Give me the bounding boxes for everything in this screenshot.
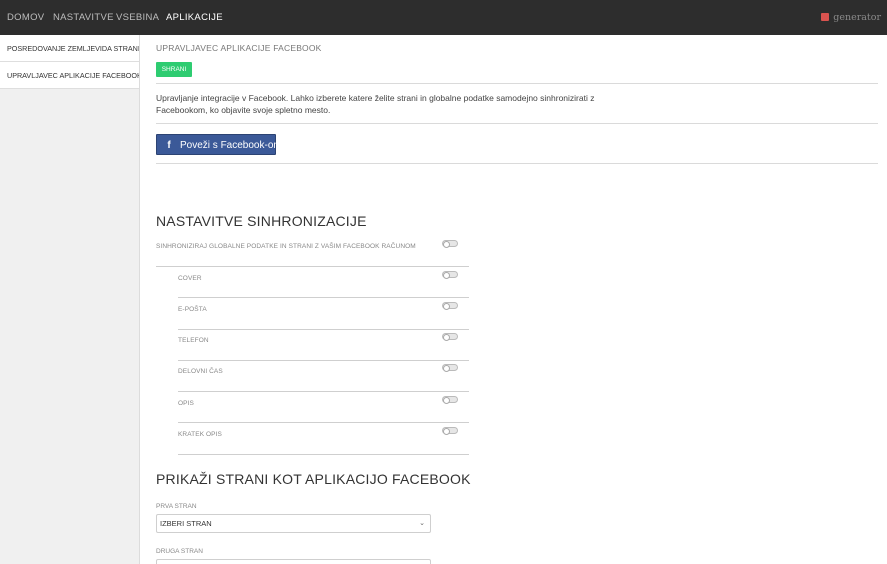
first-page-select-value: IZBERI STRAN [160,519,212,528]
connect-facebook-button[interactable]: f Poveži s Facebook-om [156,134,282,155]
brand-name: generator [833,12,881,23]
page-title: UPRAVLJAVEC APLIKACIJE FACEBOOK [156,43,322,53]
second-page-select[interactable] [156,559,431,564]
sidebar-item-sitemap[interactable]: POSREDOVANJE ZEMLJEVIDA STRANI [0,35,139,62]
first-page-select[interactable]: IZBERI STRAN ⌄ [156,514,431,533]
sync-item-short-description-toggle[interactable] [442,427,458,435]
sidebar: POSREDOVANJE ZEMLJEVIDA STRANI UPRAVLJAV… [0,35,140,564]
sync-item-short-description-label: KRATEK OPIS [178,431,222,438]
divider [156,123,878,124]
save-button[interactable]: SHRANI [156,62,192,77]
first-page-label: PRVA STRAN [156,503,197,510]
row-divider [156,266,469,267]
sync-item-email-toggle[interactable] [442,302,458,310]
divider [156,83,878,84]
facebook-icon: f [167,140,171,151]
sync-item-description-label: OPIS [178,400,194,407]
sync-global-toggle[interactable] [442,240,458,248]
show-pages-heading: PRIKAŽI STRANI KOT APLIKACIJO FACEBOOK [156,471,471,487]
row-divider [178,360,469,361]
row-divider [178,454,469,455]
nav-item-domov[interactable]: DOMOV [7,0,44,35]
sync-item-hours-toggle[interactable] [442,364,458,372]
description-text: Upravljanje integracije v Facebook. Lahk… [156,93,595,115]
sync-item-cover-toggle[interactable] [442,271,458,279]
nav-item-nastavitve[interactable]: NASTAVITVE [53,0,114,35]
sync-item-phone-label: TELEFON [178,337,209,344]
row-divider [178,297,469,298]
chevron-down-icon: ⌄ [419,520,425,527]
sync-item-phone-toggle[interactable] [442,333,458,341]
sync-global-label: SINHRONIZIRAJ GLOBALNE PODATKE IN STRANI… [156,243,416,250]
sync-item-cover-label: COVER [178,275,202,282]
row-divider [178,422,469,423]
row-divider [178,391,469,392]
row-divider [178,329,469,330]
second-page-label: DRUGA STRAN [156,548,203,555]
divider [156,163,878,164]
nav-item-aplikacije[interactable]: APLIKACIJE [166,0,223,35]
connect-facebook-label: Poveži s Facebook-om [180,140,282,151]
sync-item-email-label: E-POŠTA [178,306,207,313]
generator-logo-icon [821,12,830,21]
sync-item-hours-label: DELOVNI ČAS [178,368,223,375]
nav-item-vsebina[interactable]: VSEBINA [116,0,159,35]
sync-item-description-toggle[interactable] [442,396,458,404]
sidebar-item-facebook-app[interactable]: UPRAVLJAVEC APLIKACIJE FACEBOOK [0,62,139,89]
brand-logo[interactable]: generator [821,0,881,35]
sync-settings-heading: NASTAVITVE SINHRONIZACIJE [156,213,367,229]
main-content: UPRAVLJAVEC APLIKACIJE FACEBOOK SHRANI U… [148,35,887,564]
top-navbar: DOMOV NASTAVITVE VSEBINA APLIKACIJE gene… [0,0,887,35]
